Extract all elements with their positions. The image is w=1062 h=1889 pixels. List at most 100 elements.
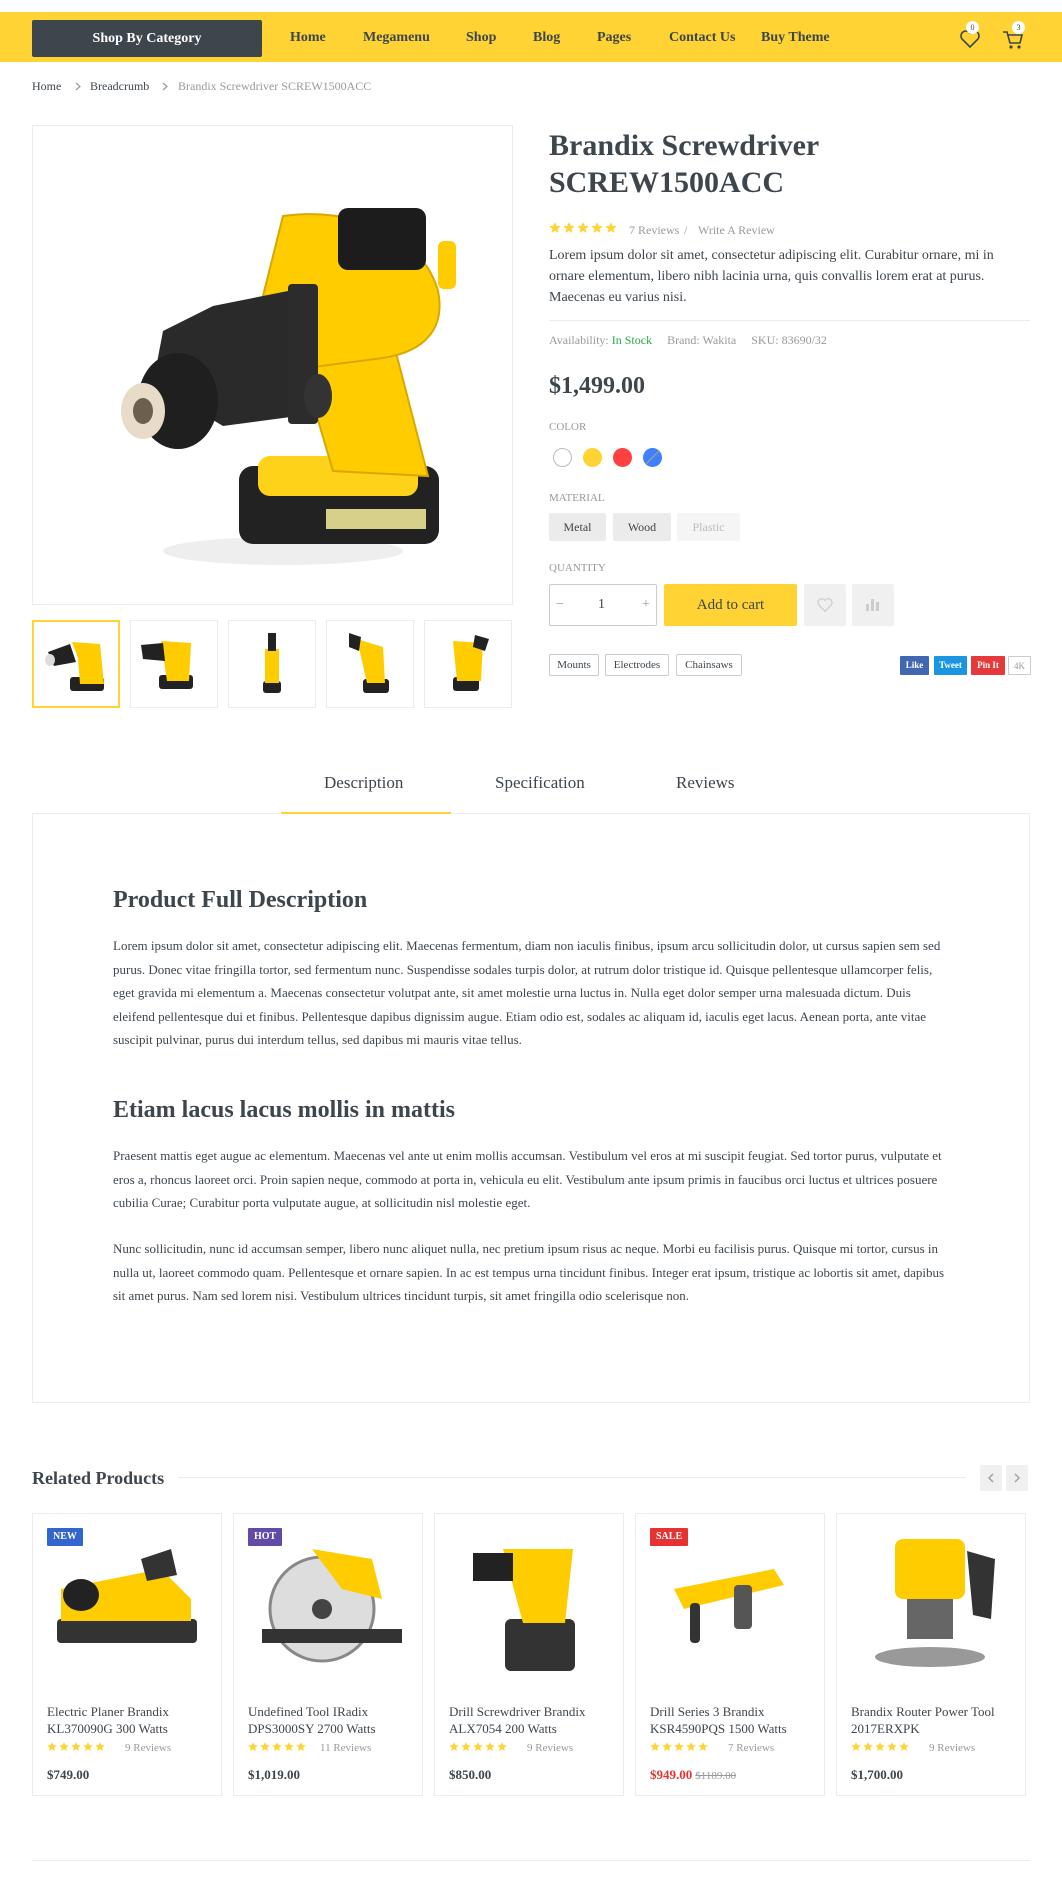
product-card-name[interactable]: Drill Screwdriver Brandix ALX7054 200 Wa…	[449, 1703, 614, 1737]
product-card[interactable]: SALE Drill Series 3 Brandix KSR4590PQS 1…	[635, 1513, 825, 1796]
quantity-minus-button[interactable]: −	[556, 597, 564, 613]
carousel-next-button[interactable]	[1006, 1465, 1028, 1491]
reviews-link[interactable]: 7 Reviews	[629, 223, 679, 237]
shop-by-category-button[interactable]: Shop By Category	[32, 20, 262, 57]
star-icon	[698, 1742, 708, 1752]
product-badge: NEW	[47, 1528, 83, 1546]
star-icon	[863, 1742, 873, 1752]
star-icon	[899, 1742, 909, 1752]
breadcrumb-breadcrumb[interactable]: Breadcrumb	[90, 79, 149, 93]
product-card-name[interactable]: Drill Series 3 Brandix KSR4590PQS 1500 W…	[650, 1703, 815, 1737]
star-icon	[59, 1742, 69, 1752]
product-thumbnail[interactable]	[424, 620, 512, 708]
sale-price-value: $949.00	[650, 1767, 693, 1782]
footer-divider	[32, 1860, 1030, 1861]
facebook-like-button[interactable]: Like	[900, 656, 929, 675]
price-value: $1,700.00	[851, 1767, 903, 1782]
rating-stars	[549, 222, 617, 233]
color-swatch-yellow[interactable]	[583, 448, 602, 467]
star-icon	[260, 1742, 270, 1752]
product-card-name[interactable]: Undefined Tool IRadix DPS3000SY 2700 Wat…	[248, 1703, 413, 1737]
nav-shop[interactable]: Shop	[466, 30, 496, 46]
product-card-reviews: 9 Reviews	[125, 1742, 172, 1754]
product-card-name[interactable]: Electric Planer Brandix KL370090G 300 Wa…	[47, 1703, 212, 1737]
quantity-plus-button[interactable]: +	[642, 597, 650, 613]
drill-thumbnail-image	[349, 633, 389, 693]
share-count: 4K	[1008, 656, 1031, 675]
drill-thumbnail-image	[141, 641, 193, 689]
star-icon	[851, 1742, 861, 1752]
drill-thumbnail-image	[453, 635, 489, 691]
product-thumbnail[interactable]	[32, 620, 120, 708]
nav-buy-theme[interactable]: Buy Theme	[761, 30, 830, 46]
tweet-button[interactable]: Tweet	[934, 656, 967, 675]
related-products-title: Related Products	[32, 1468, 165, 1488]
nav-contact-us[interactable]: Contact Us	[669, 30, 736, 46]
disabled-slash-icon	[643, 448, 662, 467]
product-main-image[interactable]	[32, 125, 513, 605]
product-thumbnail[interactable]	[326, 620, 414, 708]
color-swatch-blue-disabled[interactable]	[643, 448, 662, 467]
pin-it-button[interactable]: Pin It	[971, 656, 1005, 675]
star-icon	[461, 1742, 471, 1752]
price-value: $749.00	[47, 1767, 90, 1782]
star-icon	[95, 1742, 105, 1752]
tab-reviews[interactable]: Reviews	[676, 773, 735, 793]
star-icon	[605, 222, 617, 233]
compare-icon	[866, 599, 879, 611]
add-to-compare-button[interactable]	[852, 584, 894, 626]
color-swatch-red[interactable]	[613, 448, 632, 467]
product-title: Brandix Screwdriver SCREW1500ACC	[549, 129, 819, 199]
tag-electrodes[interactable]: Electrodes	[605, 654, 669, 676]
rating-stars	[47, 1742, 105, 1752]
breadcrumb-home[interactable]: Home	[32, 79, 61, 93]
star-icon	[887, 1742, 897, 1752]
color-label: COLOR	[549, 421, 587, 433]
write-review-link[interactable]: Write A Review	[698, 223, 775, 237]
product-card[interactable]: HOT Undefined Tool IRadix DPS3000SY 2700…	[233, 1513, 423, 1796]
product-card-name[interactable]: Brandix Router Power Tool 2017ERXPK	[851, 1703, 1016, 1737]
product-thumbnail[interactable]	[228, 620, 316, 708]
product-card[interactable]: NEW Electric Planer Brandix KL370090G 30…	[32, 1513, 222, 1796]
star-icon	[473, 1742, 483, 1752]
tag-mounts[interactable]: Mounts	[549, 654, 599, 676]
nav-pages[interactable]: Pages	[597, 30, 631, 46]
material-label: MATERIAL	[549, 492, 605, 504]
price-value: $1,019.00	[248, 1767, 300, 1782]
product-thumbnail[interactable]	[130, 620, 218, 708]
star-icon	[549, 222, 561, 233]
product-meta: Availability: In Stock Brand: Wakita SKU…	[549, 333, 827, 347]
carousel-prev-button[interactable]	[980, 1465, 1002, 1491]
tab-specification[interactable]: Specification	[495, 773, 585, 793]
tab-description[interactable]: Description	[324, 773, 403, 793]
divider	[549, 320, 1030, 321]
material-option-metal[interactable]: Metal	[549, 513, 606, 541]
product-card-price: $749.00	[47, 1767, 89, 1783]
quantity-input[interactable]: 1	[598, 597, 605, 613]
wishlist-button[interactable]: 0	[958, 18, 988, 50]
router-image	[875, 1539, 995, 1667]
add-to-cart-button[interactable]: Add to cart	[664, 584, 797, 626]
description-paragraph: Praesent mattis eget augue ac elementum.…	[113, 1148, 942, 1210]
description-paragraph: Nunc sollicitudin, nunc id accumsan semp…	[113, 1241, 945, 1303]
material-option-wood[interactable]: Wood	[613, 513, 671, 541]
add-to-wishlist-button[interactable]	[804, 584, 846, 626]
color-swatch-white[interactable]	[553, 448, 572, 467]
breadcrumb-current: Brandix Screwdriver SCREW1500ACC	[178, 79, 372, 93]
star-icon	[449, 1742, 459, 1752]
drill-image	[473, 1549, 575, 1671]
material-option-plastic[interactable]: Plastic	[677, 513, 740, 541]
star-icon	[591, 222, 603, 233]
product-card-price: $850.00	[449, 1767, 491, 1783]
product-card[interactable]: Brandix Router Power Tool 2017ERXPK 9 Re…	[836, 1513, 1026, 1796]
star-icon	[284, 1742, 294, 1752]
nav-blog[interactable]: Blog	[533, 30, 560, 46]
nav-megamenu[interactable]: Megamenu	[363, 30, 430, 46]
nav-home[interactable]: Home	[290, 30, 326, 46]
cart-button[interactable]: 3	[1002, 18, 1032, 50]
tag-chainsaws[interactable]: Chainsaws	[676, 654, 742, 676]
product-card[interactable]: Drill Screwdriver Brandix ALX7054 200 Wa…	[434, 1513, 624, 1796]
description-paragraph: Lorem ipsum dolor sit amet, consectetur …	[113, 938, 941, 1047]
availability-value: In Stock	[611, 333, 653, 347]
chevron-left-icon	[988, 1473, 994, 1483]
